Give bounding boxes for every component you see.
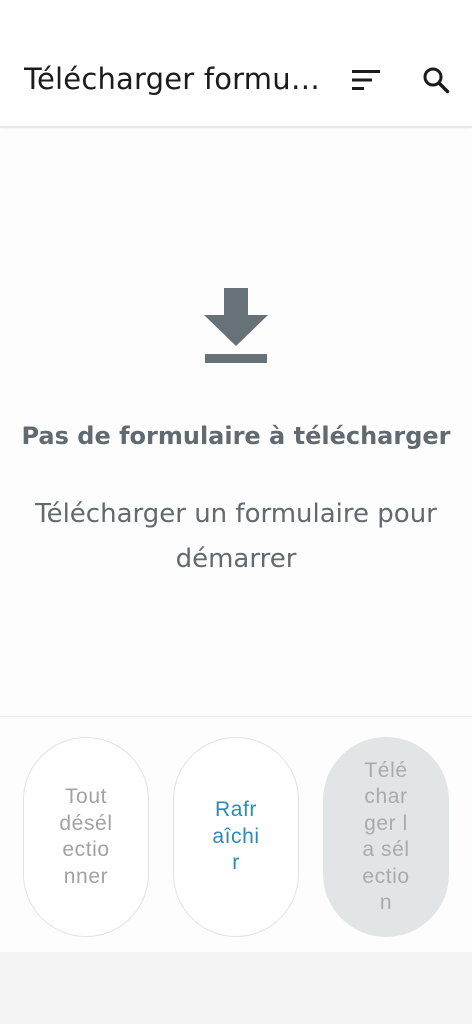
- deselect-all-button[interactable]: Tout désélectionner: [23, 737, 149, 937]
- app-bar: Télécharger formulaire: [0, 36, 472, 128]
- search-button[interactable]: [416, 60, 456, 100]
- refresh-label: Rafraîchir: [212, 798, 260, 875]
- page-title: Télécharger formulaire: [24, 62, 324, 96]
- empty-state-subtitle: Télécharger un formulaire pour démarrer: [35, 499, 437, 574]
- download-selected-label: Télécharger la sélection: [362, 758, 410, 915]
- deselect-all-label: Tout désélectionner: [59, 785, 113, 888]
- download-selected-button[interactable]: Télécharger la sélection: [323, 737, 449, 937]
- sort-button[interactable]: [346, 60, 386, 100]
- system-navigation-area: [0, 952, 472, 1024]
- search-icon: [423, 67, 450, 94]
- download-icon: [204, 288, 268, 363]
- sort-icon: [352, 70, 380, 90]
- action-bar: Tout désélectionner Rafraîchir Télécharg…: [0, 716, 472, 952]
- status-bar: [0, 0, 472, 36]
- form-list-area: Pas de formulaire à télécharger Téléchar…: [0, 130, 472, 716]
- empty-state-title: Pas de formulaire à télécharger: [21, 422, 451, 450]
- refresh-button[interactable]: Rafraîchir: [173, 737, 299, 937]
